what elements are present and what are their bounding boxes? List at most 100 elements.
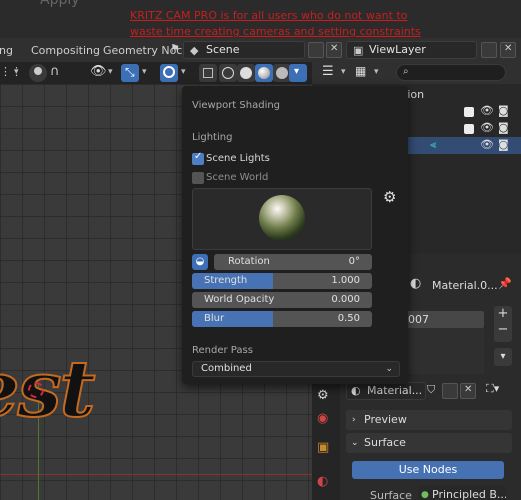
chevron-right-icon: › (352, 415, 356, 425)
node-link-icon[interactable]: ⛶▾ (486, 382, 499, 396)
eye-icon[interactable]: 👁 (480, 121, 494, 134)
tool-tab-icon[interactable]: ⚙ (317, 388, 329, 403)
material-tab-icon[interactable]: ◐ (317, 474, 328, 489)
material-slot-label: 007 (408, 313, 429, 326)
strength-value: 1.000 (331, 275, 360, 286)
scene-data-icon: ◆ (190, 44, 199, 57)
render-pass-heading: Render Pass (192, 345, 253, 356)
slot-specials-dropdown[interactable]: ▾ (494, 348, 512, 366)
eye-icon[interactable]: 👁 (480, 104, 494, 117)
view-layer-selector[interactable]: ▣ ViewLayer (346, 41, 477, 59)
gear-icon[interactable]: ⚙ (383, 188, 396, 206)
material-browse-field[interactable]: ◐ Material... (346, 382, 426, 400)
faded-apply-text: Apply (40, 0, 80, 8)
shader-node-icon: ● (421, 490, 429, 500)
material-slot-list[interactable] (404, 328, 484, 374)
filter-icon[interactable]: ▦ (355, 64, 366, 78)
solid-shading-icon[interactable] (237, 64, 255, 82)
x-axis-line (0, 474, 312, 475)
viewport-text-object[interactable]: est (0, 343, 97, 436)
strength-slider[interactable]: Strength 1.000 (192, 273, 372, 289)
rotation-label: Rotation (228, 256, 270, 267)
object-data-tab-icon[interactable]: ▣ (317, 440, 329, 455)
chevron-down-icon[interactable]: ▾ (374, 67, 379, 77)
material-name: Material.0... (432, 279, 498, 292)
view-layer-name: ViewLayer (369, 43, 426, 56)
blur-label: Blur (204, 313, 225, 324)
visibility-icon[interactable]: 👁 (90, 64, 107, 79)
hdri-sphere[interactable] (259, 195, 305, 241)
delete-scene-button[interactable]: ✕ (326, 42, 342, 58)
scene-selector[interactable]: ◆ Scene (183, 41, 305, 59)
shading-dropdown-icon[interactable]: ▾ (289, 64, 307, 82)
camera-icon[interactable]: ◙ (498, 121, 509, 134)
notice-line-1[interactable]: KRITZ CAM PRO is for all users who do no… (130, 8, 430, 24)
chevron-down-icon[interactable]: ▾ (181, 67, 186, 77)
modifier-icon[interactable]: ⫷ (430, 138, 436, 152)
new-view-layer-button[interactable] (481, 42, 497, 58)
chevron-down-icon[interactable]: ▾ (142, 67, 147, 77)
unlink-material-button[interactable]: ✕ (460, 383, 476, 399)
tab-compositing[interactable]: Compositing (31, 41, 100, 61)
world-opacity-slider[interactable]: World Opacity 0.000 (192, 292, 372, 308)
outliner-search-input[interactable]: ⌕ (396, 64, 506, 81)
preview-panel-header[interactable]: › Preview (346, 410, 512, 430)
hdri-preview[interactable] (192, 188, 372, 250)
scene-world-label[interactable]: Scene World (206, 172, 268, 183)
view-layer-icon: ▣ (353, 44, 364, 57)
proportional-falloff-icon[interactable]: ∩ (50, 64, 60, 79)
camera-icon[interactable]: ◙ (498, 104, 509, 117)
scene-name: Scene (206, 43, 240, 56)
render-pass-select[interactable]: Combined ⌄ (192, 361, 400, 377)
material-slot-item[interactable]: 007 (404, 311, 484, 328)
strength-label: Strength (204, 275, 248, 286)
new-scene-button[interactable] (308, 42, 324, 58)
scene-lights-label[interactable]: Scene Lights (206, 153, 270, 164)
blur-slider[interactable]: Blur 0.50 (192, 311, 372, 327)
fake-user-shield-icon[interactable]: ⛉ (427, 383, 435, 397)
display-mode-icon[interactable]: ☰ (322, 64, 334, 79)
duplicate-material-button[interactable] (442, 383, 458, 399)
material-browse-icon: ◐ (351, 384, 361, 397)
scene-icon: ⚑ (170, 42, 180, 55)
chevron-down-icon[interactable]: ▾ (14, 67, 19, 77)
camera-icon[interactable]: ◙ (498, 138, 509, 151)
pin-icon[interactable]: 📌 (498, 277, 512, 290)
xray-icon[interactable] (199, 64, 217, 82)
tab-shading[interactable]: ing (0, 41, 13, 61)
rotation-field[interactable]: Rotation 0° (214, 254, 372, 270)
world-opacity-value: 0.000 (331, 294, 360, 305)
scene-lights-checkbox[interactable]: ✓ (192, 151, 204, 165)
wireframe-shading-icon[interactable] (219, 64, 237, 82)
use-nodes-button[interactable]: Use Nodes (352, 461, 504, 479)
exclude-checkbox[interactable] (464, 124, 474, 134)
render-pass-value: Combined (201, 363, 252, 374)
preview-label: Preview (364, 413, 407, 426)
material-preview-shading-icon[interactable] (255, 64, 273, 82)
3d-cursor-icon[interactable] (28, 382, 44, 398)
chevron-down-icon[interactable]: ▾ (108, 67, 113, 77)
eye-icon[interactable]: 👁 (480, 138, 494, 151)
world-space-lighting-toggle[interactable]: ◒ (192, 254, 208, 270)
lighting-heading: Lighting (192, 132, 233, 143)
surface-row-label: Surface (370, 489, 412, 500)
surface-shader-value: Principled B... (432, 488, 506, 500)
chevron-down-icon[interactable]: ▾ (341, 67, 346, 77)
exclude-checkbox[interactable] (464, 107, 474, 117)
snap-icon[interactable] (29, 64, 47, 82)
search-icon: ⌕ (403, 66, 409, 77)
add-remove-slot-buttons[interactable]: + − (494, 306, 512, 342)
blur-value: 0.50 (337, 313, 360, 324)
material-field-label: Material... (367, 384, 423, 397)
surface-label: Surface (364, 436, 406, 449)
surface-panel-header[interactable]: ⌄ Surface (346, 433, 512, 453)
overlays-icon[interactable] (160, 64, 178, 82)
scene-world-checkbox[interactable] (192, 172, 204, 184)
delete-view-layer-button[interactable]: ✕ (500, 42, 516, 58)
gizmo-icon[interactable]: ⤡ (121, 64, 139, 82)
notice-text[interactable]: KRITZ CAM PRO is for all users who do no… (130, 8, 430, 40)
surface-shader-field[interactable]: ● Principled B... (418, 486, 506, 500)
popover-title: Viewport Shading (192, 100, 281, 111)
physics-tab-icon[interactable]: ◉ (317, 411, 328, 426)
material-sphere-icon: ◐ (410, 276, 422, 291)
